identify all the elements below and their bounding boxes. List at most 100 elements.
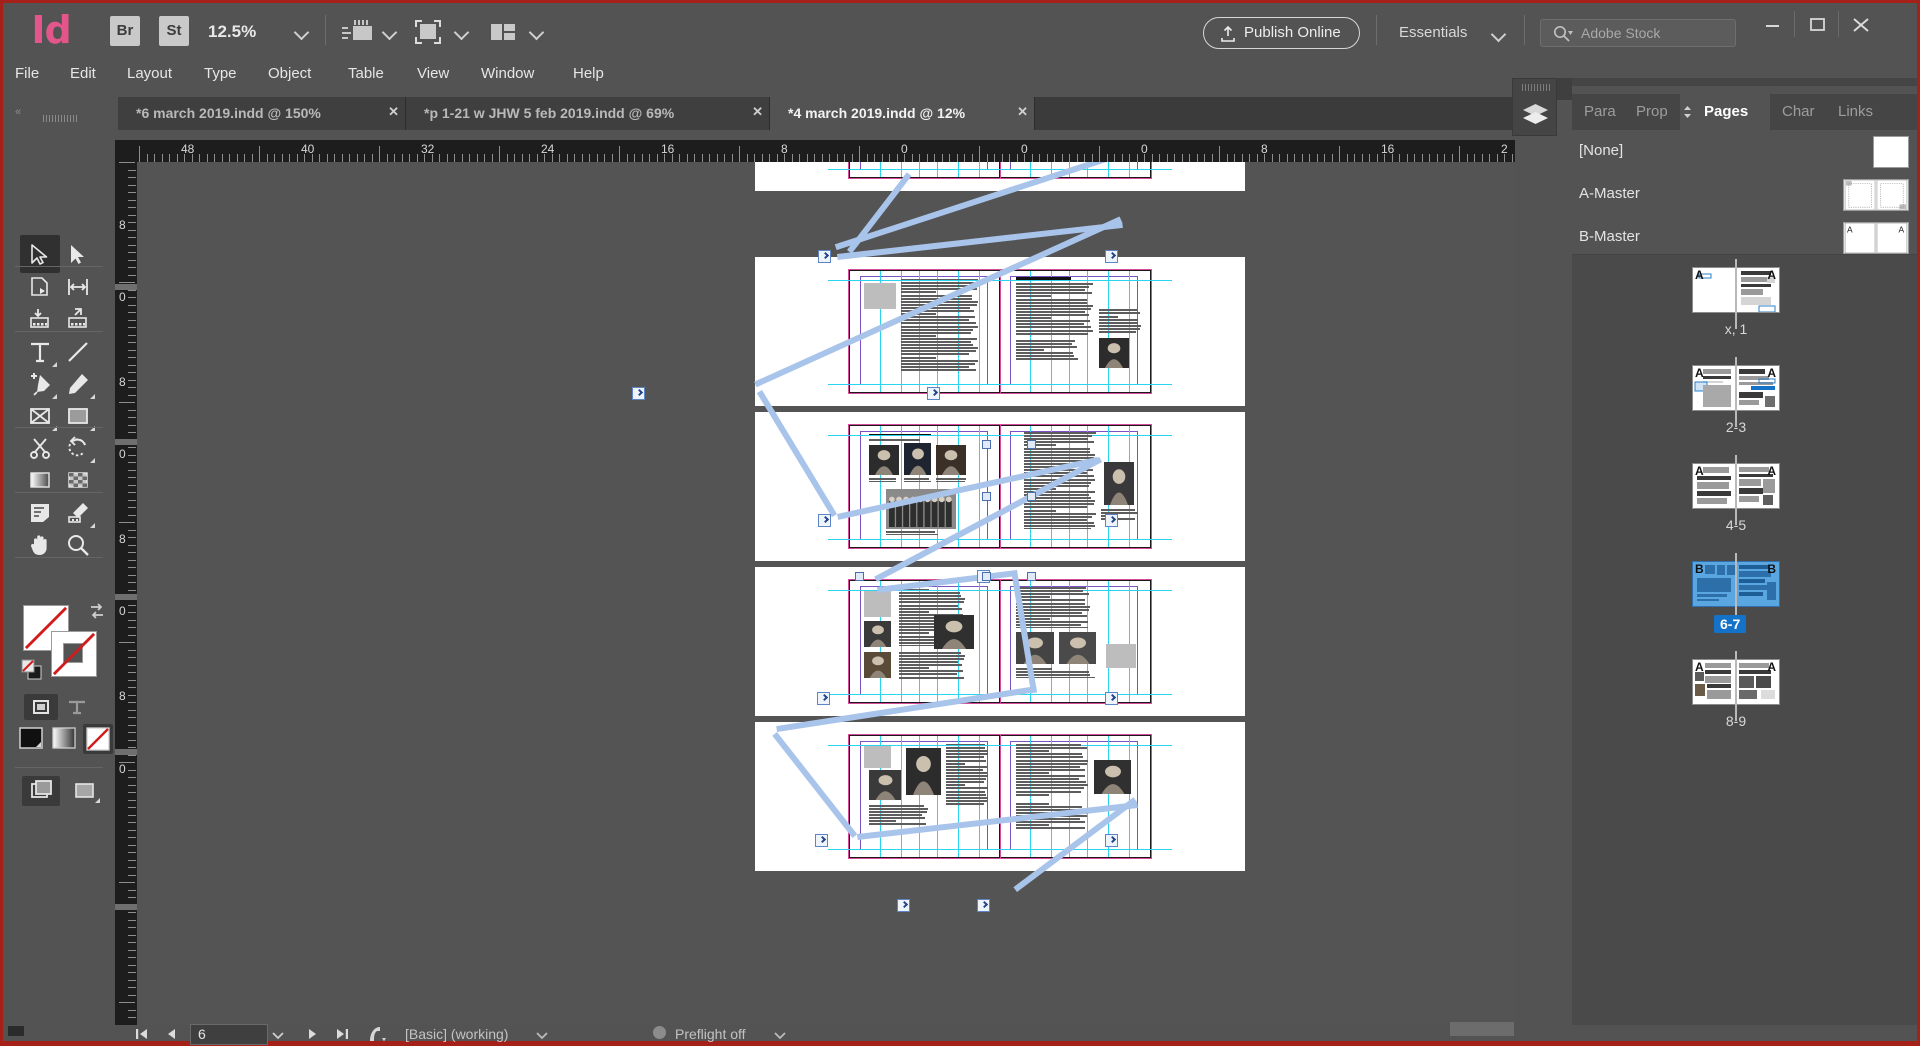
image-frame[interactable] [863,591,892,618]
text-frame-port[interactable] [1105,692,1118,705]
menu-item-edit[interactable]: Edit [70,58,96,89]
horizontal-scrollbar[interactable] [1450,1022,1514,1036]
image-frame[interactable] [868,445,899,476]
vertical-ruler[interactable]: 8 0 8 0 8 0 8 0 [115,162,137,1025]
menu-item-file[interactable]: File [15,58,39,89]
page-thumbnail-0-L[interactable]: A [1692,267,1736,313]
text-frame-port[interactable] [818,514,831,527]
menu-item-type[interactable]: Type [204,58,237,89]
image-frame[interactable] [863,283,897,310]
text-frame-port[interactable] [1105,834,1118,847]
image-frame[interactable] [936,445,967,476]
text-frame[interactable] [868,477,899,482]
selection-handle[interactable] [1027,572,1036,581]
menu-item-view[interactable]: View [417,58,449,89]
selection-handle[interactable] [982,572,991,581]
page-thumbnail-label-0[interactable]: x, 1 [1692,321,1780,337]
text-frame[interactable] [886,531,941,536]
image-frame[interactable] [903,443,932,476]
minimize-button[interactable] [1750,11,1794,37]
horizontal-ruler[interactable]: 48 40 32 24 16 8 0 0 0 8 16 2 [137,140,1515,162]
document-tab-3[interactable]: *4 march 2019.indd @ 12% ✕ [770,97,1035,130]
arrange-chevron-down-icon[interactable] [528,23,546,41]
maximize-button[interactable] [1794,11,1838,37]
master-row-b[interactable]: B-Master A A [1572,216,1917,259]
preflight-status-icon[interactable] [366,1024,388,1044]
style-chevron-down-icon[interactable] [533,1027,551,1043]
page-thumbnail-4-L[interactable]: A [1692,659,1736,705]
text-frame[interactable] [936,477,966,482]
menu-item-object[interactable]: Object [268,58,311,89]
preview-mode-triangle-icon[interactable] [95,798,100,803]
next-page-icon[interactable] [305,1026,321,1042]
page-thumbnail-4-R[interactable]: A [1736,659,1780,705]
selection-handle[interactable] [982,492,991,501]
spread-1[interactable] [755,257,1245,406]
tools-panel-drag-dots[interactable] [43,115,79,122]
view-fit-icon[interactable] [413,18,443,51]
page-thumbnail-label-2[interactable]: 4-5 [1692,517,1780,533]
page-thumbnail-spread-2[interactable]: AA [1692,455,1780,525]
tab-pages[interactable]: Pages [1680,94,1770,130]
page-thumbnail-spread-0[interactable]: AA [1692,259,1780,329]
tab-properties[interactable]: Prop [1624,94,1680,130]
master-row-a[interactable]: A-Master [1572,173,1917,216]
image-frame[interactable] [1093,760,1132,795]
image-frame[interactable] [1098,337,1129,368]
image-frame[interactable] [933,615,974,650]
tab-paragraph[interactable]: Para [1572,94,1624,130]
apply-none-button[interactable] [83,724,113,754]
text-frame[interactable] [1016,283,1094,336]
apply-color-triangle-icon[interactable] [36,742,41,747]
text-frame-port[interactable] [1105,250,1118,263]
image-frame[interactable] [863,746,892,769]
selection-handle[interactable] [982,440,991,449]
publish-online-button[interactable]: Publish Online [1203,17,1360,49]
document-tab-2[interactable]: *p 1-21 w JHW 5 feb 2019.indd @ 69% ✕ [406,97,770,130]
text-frame[interactable] [1098,309,1142,334]
image-frame[interactable] [906,748,942,795]
tab-links[interactable]: Links [1826,94,1888,130]
image-frame[interactable] [1106,643,1137,668]
pages-thumbnail-area[interactable]: A Ax, 1 A A 2-3 A A 4-5 B B 6-7 A A 8-9 [1572,255,1917,1041]
tools-collapse-icon[interactable]: « [15,106,21,118]
selection-handle[interactable] [1027,492,1036,501]
close-button[interactable] [1838,11,1882,37]
page-thumbnail-spread-3[interactable]: BB [1692,553,1780,623]
document-canvas[interactable] [137,162,1515,1025]
text-frame[interactable] [868,804,929,825]
menu-item-help[interactable]: Help [573,58,604,89]
screen-mode-chevron-down-icon[interactable] [381,23,399,41]
text-frame[interactable] [946,744,989,805]
page-number-chevron-down-icon[interactable] [269,1027,287,1043]
text-frame[interactable] [868,439,924,442]
first-page-icon[interactable] [134,1026,150,1042]
page-thumbnail-label-1[interactable]: 2-3 [1692,419,1780,435]
page-thumbnail-3-R[interactable]: B [1736,561,1780,607]
text-frame[interactable] [1016,339,1079,360]
page-thumbnail-1-L[interactable]: A [1692,365,1736,411]
page-number-input[interactable]: 6 [190,1024,268,1045]
image-frame[interactable] [868,770,902,801]
document-tab-3-close-icon[interactable]: ✕ [1017,105,1028,119]
layers-panel-icon-button[interactable] [1512,78,1557,136]
workspace-chevron-down-icon[interactable] [1490,25,1508,43]
apply-color-button[interactable] [18,726,44,750]
text-frame-port[interactable] [817,692,830,705]
text-frame[interactable] [903,477,932,482]
page-thumbnail-label-4[interactable]: 8-9 [1692,713,1780,729]
swap-fill-stroke-icon[interactable] [87,601,105,619]
page-thumbnail-0-R[interactable]: A [1736,267,1780,313]
page-thumbnail-3-L[interactable]: B [1692,561,1736,607]
spread-4[interactable] [755,722,1245,871]
headline-frame[interactable] [1016,277,1072,280]
text-frame-port[interactable] [977,899,990,912]
page-thumbnail-2-L[interactable]: A [1692,463,1736,509]
normal-view-mode-button[interactable] [22,776,60,806]
text-frame-port[interactable] [1105,514,1118,527]
workspace-switcher-label[interactable]: Essentials [1399,24,1467,41]
previous-page-icon[interactable] [163,1026,179,1042]
menu-item-layout[interactable]: Layout [127,58,172,89]
image-frame[interactable] [1103,462,1134,505]
apply-gradient-button[interactable] [51,726,77,750]
